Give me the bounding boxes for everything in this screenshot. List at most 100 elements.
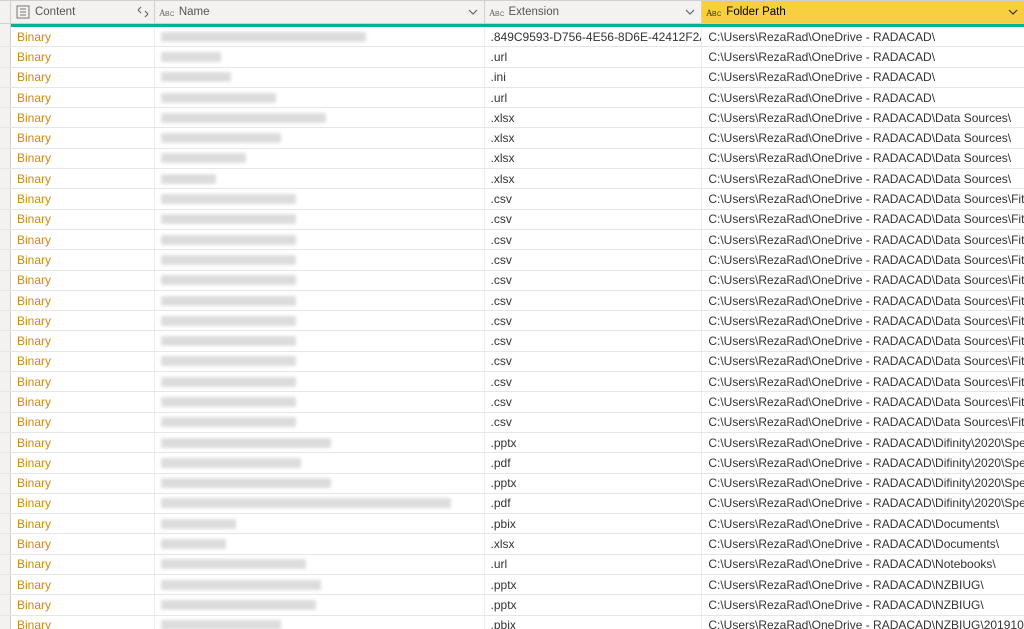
cell-name[interactable] [155, 352, 485, 371]
cell-extension[interactable]: .xlsx [485, 149, 703, 168]
cell-extension[interactable]: .xlsx [485, 169, 703, 188]
cell-content[interactable]: Binary [11, 534, 155, 553]
cell-name[interactable] [155, 230, 485, 249]
cell-extension[interactable]: .url [485, 47, 703, 66]
cell-folder-path[interactable]: C:\Users\RezaRad\OneDrive - RADACAD\Docu… [702, 514, 1024, 533]
cell-extension[interactable]: .url [485, 88, 703, 107]
cell-content[interactable]: Binary [11, 68, 155, 87]
cell-folder-path[interactable]: C:\Users\RezaRad\OneDrive - RADACAD\ [702, 68, 1024, 87]
cell-folder-path[interactable]: C:\Users\RezaRad\OneDrive - RADACAD\Data… [702, 108, 1024, 127]
cell-folder-path[interactable]: C:\Users\RezaRad\OneDrive - RADACAD\Difi… [702, 433, 1024, 452]
cell-content[interactable]: Binary [11, 616, 155, 629]
table-row[interactable]: Binary .csvC:\Users\RezaRad\OneDrive - RA… [0, 413, 1024, 433]
cell-folder-path[interactable]: C:\Users\RezaRad\OneDrive - RADACAD\Data… [702, 250, 1024, 269]
cell-content[interactable]: Binary [11, 189, 155, 208]
table-row[interactable]: Binary .pdfC:\Users\RezaRad\OneDrive - RA… [0, 453, 1024, 473]
table-row[interactable]: Binary.849C9593-D756-4E56-8D6E-42412F2A7… [0, 27, 1024, 47]
cell-name[interactable] [155, 149, 485, 168]
cell-name[interactable] [155, 474, 485, 493]
cell-content[interactable]: Binary [11, 210, 155, 229]
column-header-content[interactable]: Content [11, 1, 155, 23]
table-row[interactable]: Binary .xlsxC:\Users\RezaRad\OneDrive - R… [0, 108, 1024, 128]
cell-content[interactable]: Binary [11, 453, 155, 472]
cell-extension[interactable]: .csv [485, 413, 703, 432]
table-row[interactable]: Binary.csvC:\Users\RezaRad\OneDrive - RA… [0, 250, 1024, 270]
cell-name[interactable] [155, 595, 485, 614]
cell-extension[interactable]: .pptx [485, 433, 703, 452]
cell-content[interactable]: Binary [11, 474, 155, 493]
cell-name[interactable] [155, 453, 485, 472]
cell-extension[interactable]: .xlsx [485, 534, 703, 553]
cell-name[interactable] [155, 372, 485, 391]
column-header-extension[interactable]: ABC Extension [485, 1, 703, 23]
cell-extension[interactable]: .csv [485, 189, 703, 208]
cell-extension[interactable]: .csv [485, 352, 703, 371]
cell-folder-path[interactable]: C:\Users\RezaRad\OneDrive - RADACAD\NZBI… [702, 575, 1024, 594]
cell-content[interactable]: Binary [11, 494, 155, 513]
cell-name[interactable] [155, 494, 485, 513]
cell-extension[interactable]: .pptx [485, 474, 703, 493]
cell-content[interactable]: Binary [11, 47, 155, 66]
cell-content[interactable]: Binary [11, 413, 155, 432]
cell-folder-path[interactable]: C:\Users\RezaRad\OneDrive - RADACAD\Data… [702, 169, 1024, 188]
cell-content[interactable]: Binary [11, 27, 155, 46]
cell-content[interactable]: Binary [11, 88, 155, 107]
cell-folder-path[interactable]: C:\Users\RezaRad\OneDrive - RADACAD\Data… [702, 392, 1024, 411]
cell-folder-path[interactable]: C:\Users\RezaRad\OneDrive - RADACAD\ [702, 88, 1024, 107]
cell-content[interactable]: Binary [11, 291, 155, 310]
cell-folder-path[interactable]: C:\Users\RezaRad\OneDrive - RADACAD\Data… [702, 189, 1024, 208]
cell-content[interactable]: Binary [11, 271, 155, 290]
cell-content[interactable]: Binary [11, 514, 155, 533]
table-row[interactable]: Binary.pbixC:\Users\RezaRad\OneDrive - R… [0, 514, 1024, 534]
table-row[interactable]: Binary.pptxC:\Users\RezaRad\OneDrive - R… [0, 575, 1024, 595]
cell-name[interactable] [155, 311, 485, 330]
table-row[interactable]: Binary.csvC:\Users\RezaRad\OneDrive - RA… [0, 311, 1024, 331]
cell-extension[interactable]: .xlsx [485, 128, 703, 147]
cell-name[interactable] [155, 331, 485, 350]
cell-folder-path[interactable]: C:\Users\RezaRad\OneDrive - RADACAD\ [702, 47, 1024, 66]
cell-content[interactable]: Binary [11, 149, 155, 168]
cell-folder-path[interactable]: C:\Users\RezaRad\OneDrive - RADACAD\Data… [702, 291, 1024, 310]
cell-extension[interactable]: .csv [485, 392, 703, 411]
table-row[interactable]: Binary .pptxC:\Users\RezaRad\OneDrive - R… [0, 433, 1024, 453]
cell-extension[interactable]: .pptx [485, 575, 703, 594]
table-row[interactable]: Binary.csvC:\Users\RezaRad\OneDrive - RA… [0, 352, 1024, 372]
cell-name[interactable] [155, 534, 485, 553]
table-row[interactable]: Binary.csvC:\Users\RezaRad\OneDrive - RA… [0, 392, 1024, 412]
cell-extension[interactable]: .csv [485, 271, 703, 290]
cell-name[interactable] [155, 27, 485, 46]
cell-folder-path[interactable]: C:\Users\RezaRad\OneDrive - RADACAD\Data… [702, 352, 1024, 371]
cell-content[interactable]: Binary [11, 108, 155, 127]
table-row[interactable]: Binary.csvC:\Users\RezaRad\OneDrive - RA… [0, 372, 1024, 392]
cell-name[interactable] [155, 250, 485, 269]
cell-name[interactable] [155, 271, 485, 290]
cell-content[interactable]: Binary [11, 372, 155, 391]
cell-name[interactable] [155, 433, 485, 452]
cell-name[interactable] [155, 413, 485, 432]
cell-folder-path[interactable]: C:\Users\RezaRad\OneDrive - RADACAD\Data… [702, 210, 1024, 229]
cell-folder-path[interactable]: C:\Users\RezaRad\OneDrive - RADACAD\Data… [702, 372, 1024, 391]
cell-extension[interactable]: .pdf [485, 453, 703, 472]
cell-name[interactable] [155, 616, 485, 629]
table-row[interactable]: Binary.pbixC:\Users\RezaRad\OneDrive - R… [0, 616, 1024, 629]
table-row[interactable]: Binary .urlC:\Users\RezaRad\OneDrive - RA… [0, 88, 1024, 108]
cell-name[interactable] [155, 189, 485, 208]
cell-folder-path[interactable]: C:\Users\RezaRad\OneDrive - RADACAD\Data… [702, 311, 1024, 330]
cell-folder-path[interactable]: C:\Users\RezaRad\OneDrive - RADACAD\Data… [702, 128, 1024, 147]
cell-name[interactable] [155, 169, 485, 188]
cell-extension[interactable]: .csv [485, 291, 703, 310]
table-row[interactable]: Binary.iniC:\Users\RezaRad\OneDrive - RA… [0, 68, 1024, 88]
cell-extension[interactable]: .pptx [485, 595, 703, 614]
cell-folder-path[interactable]: C:\Users\RezaRad\OneDrive - RADACAD\Difi… [702, 494, 1024, 513]
table-row[interactable]: Binary.xlsxC:\Users\RezaRad\OneDrive - R… [0, 128, 1024, 148]
cell-name[interactable] [155, 291, 485, 310]
cell-name[interactable] [155, 47, 485, 66]
cell-folder-path[interactable]: C:\Users\RezaRad\OneDrive - RADACAD\Difi… [702, 453, 1024, 472]
cell-folder-path[interactable]: C:\Users\RezaRad\OneDrive - RADACAD\Data… [702, 413, 1024, 432]
cell-folder-path[interactable]: C:\Users\RezaRad\OneDrive - RADACAD\ [702, 27, 1024, 46]
cell-extension[interactable]: .xlsx [485, 108, 703, 127]
cell-extension[interactable]: .csv [485, 331, 703, 350]
table-row[interactable]: Binary.csvC:\Users\RezaRad\OneDrive - RA… [0, 331, 1024, 351]
cell-content[interactable]: Binary [11, 433, 155, 452]
cell-folder-path[interactable]: C:\Users\RezaRad\OneDrive - RADACAD\Data… [702, 331, 1024, 350]
